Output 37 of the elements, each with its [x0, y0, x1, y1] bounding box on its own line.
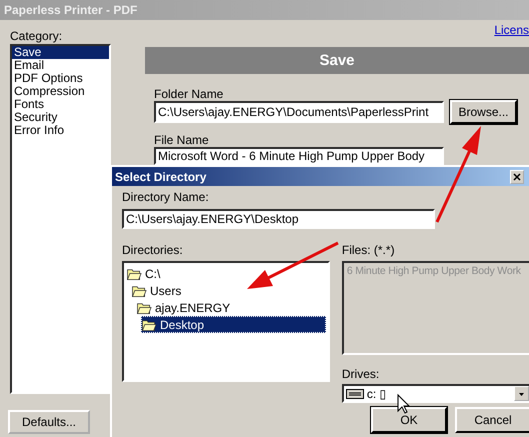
- folder-icon: [136, 300, 153, 314]
- browse-button[interactable]: Browse...: [450, 100, 517, 124]
- dialog-title: Select Directory: [115, 170, 206, 184]
- directory-item[interactable]: C:\: [126, 265, 326, 282]
- close-icon[interactable]: [510, 170, 524, 184]
- defaults-button[interactable]: Defaults...: [8, 410, 90, 434]
- dialog-button[interactable]: OK: [371, 407, 447, 433]
- field-label: Directory Name:: [122, 190, 209, 205]
- folder-icon: [141, 318, 158, 332]
- drive-icon: [346, 388, 364, 400]
- window-title: Paperless Printer - PDF: [4, 2, 138, 19]
- field-label: File Name: [154, 133, 209, 147]
- category-item[interactable]: Security: [12, 111, 109, 124]
- directory-name-field[interactable]: C:\Users\ajay.ENERGY\Desktop: [122, 209, 435, 229]
- field-label: Files: (*.*): [342, 243, 395, 258]
- category-item[interactable]: Compression: [12, 85, 109, 98]
- folder-icon: [131, 284, 148, 298]
- directory-item[interactable]: Users: [131, 282, 326, 299]
- field-label: Directories:: [122, 243, 183, 258]
- category-item[interactable]: PDF Options: [12, 72, 109, 85]
- drive-dropdown[interactable]: c: ▯: [342, 384, 529, 403]
- category-label: Category:: [10, 28, 62, 44]
- folder-name-field[interactable]: C:\Users\ajay.ENERGY\Documents\PaperlessPrint: [154, 101, 444, 123]
- folder-icon: [126, 266, 143, 280]
- category-item[interactable]: Email: [12, 59, 109, 72]
- category-item[interactable]: Fonts: [12, 98, 109, 111]
- directory-item[interactable]: ajay.ENERGY: [136, 299, 326, 316]
- category-item[interactable]: Error Info: [12, 124, 109, 137]
- section-header: Save: [145, 47, 529, 74]
- category-item[interactable]: Save: [12, 46, 109, 59]
- field-label: Folder Name: [154, 87, 224, 101]
- mouse-pointer-icon: [398, 394, 410, 414]
- dialog-button[interactable]: Cancel: [455, 407, 529, 433]
- license-link[interactable]: Licens: [494, 23, 529, 39]
- directory-item[interactable]: Desktop: [141, 316, 326, 333]
- file-name-field[interactable]: Microsoft Word - 6 Minute High Pump Upper Body: [154, 147, 444, 165]
- field-label: Drives:: [342, 367, 380, 382]
